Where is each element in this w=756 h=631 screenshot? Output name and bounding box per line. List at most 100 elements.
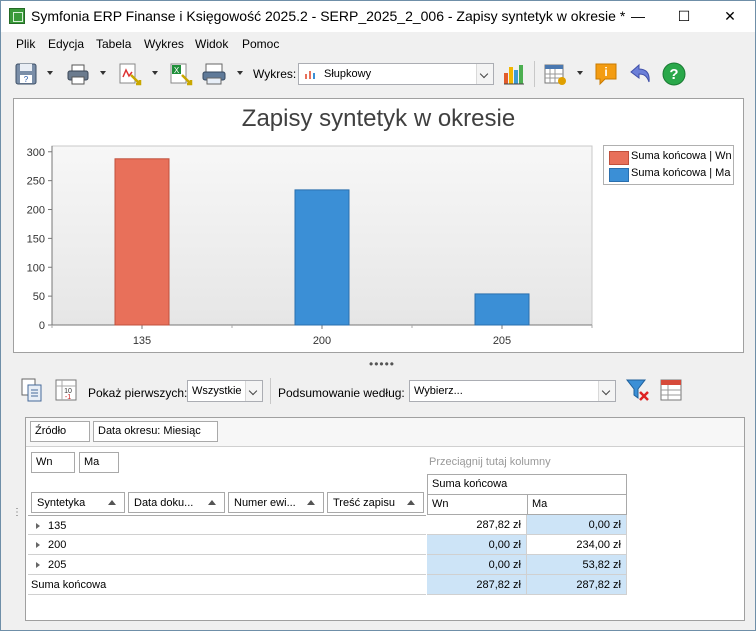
grid-grip-icon[interactable]: ⋮ — [12, 508, 22, 518]
summary-select[interactable]: Wybierz... — [409, 380, 616, 402]
chart-type-value: Słupkowy — [324, 68, 372, 80]
help-icon[interactable]: ? — [661, 61, 687, 87]
export-pdf-dropdown-icon[interactable] — [152, 71, 158, 75]
sort-up-icon — [208, 500, 216, 505]
data-subheader-wn[interactable]: Wn — [427, 494, 528, 515]
cell-total-wn[interactable]: 287,82 zł — [427, 575, 527, 595]
save-dropdown-icon[interactable] — [47, 71, 53, 75]
x-tick-label: 205 — [493, 335, 511, 347]
field-list-icon[interactable] — [658, 377, 684, 403]
copy-icon[interactable] — [19, 377, 45, 403]
column-header-syntetyka[interactable]: Syntetyka — [31, 492, 125, 513]
print-preview-dropdown-icon[interactable] — [237, 71, 243, 75]
total-row[interactable]: Suma końcowa — [28, 575, 426, 595]
layout-settings-dropdown-icon[interactable] — [577, 71, 583, 75]
legend-swatch-ma — [609, 168, 629, 182]
data-subheader-ma[interactable]: Ma — [527, 494, 627, 515]
filter-area: Źródło Data okresu: Miesiąc — [26, 418, 744, 447]
menu-bar: Plik Edycja Tabela Wykres Widok Pomoc — [1, 32, 755, 54]
y-tick-label: 50 — [33, 291, 45, 303]
legend-item-wn[interactable]: Suma końcowa | Wn — [609, 149, 733, 165]
print-icon[interactable] — [65, 61, 91, 87]
svg-text:?: ? — [669, 66, 678, 83]
menu-plik[interactable]: Plik — [16, 37, 35, 51]
bar-chart: 0 50 100 150 200 250 300 135 200 205 — [27, 145, 593, 347]
data-header-suma-koncowa[interactable]: Suma końcowa — [427, 474, 627, 495]
maximize-button[interactable]: ☐ — [661, 1, 707, 31]
calculator-table-icon[interactable]: 10 -1 — [53, 377, 79, 403]
menu-pomoc[interactable]: Pomoc — [242, 37, 279, 51]
cell-total-ma[interactable]: 287,82 zł — [527, 575, 627, 595]
x-tick-label: 200 — [313, 335, 331, 347]
show-first-value: Wszystkie — [192, 385, 242, 397]
svg-text:-1: -1 — [65, 394, 71, 401]
cell-wn[interactable]: 0,00 zł — [427, 555, 527, 575]
column-header-data-dokumentu[interactable]: Data doku... — [128, 492, 225, 513]
sort-up-icon — [407, 500, 415, 505]
x-tick-label: 135 — [133, 335, 151, 347]
table-row[interactable]: 200 — [28, 535, 426, 555]
window-title: Symfonia ERP Finanse i Księgowość 2025.2… — [31, 8, 626, 24]
expand-icon[interactable] — [36, 523, 40, 529]
summary-label: Podsumowanie według: — [278, 386, 405, 400]
y-tick-label: 250 — [27, 176, 45, 188]
close-button[interactable]: ✕ — [707, 1, 753, 31]
chart-colors-icon[interactable] — [501, 61, 527, 87]
data-chip-wn[interactable]: Wn — [31, 452, 75, 473]
clear-filter-icon[interactable] — [625, 377, 651, 403]
table-row[interactable]: 205 — [28, 555, 426, 575]
legend-label-ma: Suma końcowa | Ma — [631, 167, 731, 179]
table-row[interactable]: 135 — [28, 515, 426, 535]
show-first-select[interactable]: Wszystkie — [187, 380, 263, 402]
legend-item-ma[interactable]: Suma końcowa | Ma — [609, 166, 733, 182]
cell-ma[interactable]: 53,82 zł — [527, 555, 627, 575]
export-excel-icon[interactable]: X — [168, 61, 194, 87]
export-pdf-icon[interactable] — [117, 61, 143, 87]
chart-type-select[interactable]: Słupkowy — [298, 63, 494, 85]
menu-widok[interactable]: Widok — [195, 37, 228, 51]
show-first-label: Pokaż pierwszych: — [88, 386, 188, 400]
toolbar-separator — [534, 61, 535, 87]
chevron-down-icon[interactable] — [476, 64, 493, 84]
menu-tabela[interactable]: Tabela — [96, 37, 131, 51]
app-icon — [9, 8, 25, 24]
data-chip-ma[interactable]: Ma — [79, 452, 119, 473]
y-tick-label: 150 — [27, 233, 45, 245]
y-tick-label: 0 — [39, 320, 45, 332]
sort-up-icon — [108, 500, 116, 505]
chevron-down-icon[interactable] — [245, 381, 262, 401]
toolbar-separator — [270, 378, 271, 404]
summary-value: Wybierz... — [414, 385, 463, 397]
minimize-button[interactable]: — — [615, 1, 661, 31]
expand-icon[interactable] — [36, 562, 40, 568]
svg-text:X: X — [174, 66, 180, 75]
menu-edycja[interactable]: Edycja — [48, 37, 84, 51]
bar-200-series-1 — [294, 189, 350, 326]
cell-ma[interactable]: 0,00 zł — [527, 515, 627, 535]
panel-splitter[interactable]: ••••• — [369, 357, 395, 371]
legend-swatch-wn — [609, 151, 629, 165]
legend-label-wn: Suma końcowa | Wn — [631, 150, 732, 162]
undo-icon[interactable] — [627, 61, 653, 87]
filter-chip-data-okresu[interactable]: Data okresu: Miesiąc — [93, 421, 218, 442]
title-bar: Symfonia ERP Finanse i Księgowość 2025.2… — [1, 1, 755, 32]
cell-wn[interactable]: 0,00 zł — [427, 535, 527, 555]
print-preview-icon[interactable] — [201, 61, 227, 87]
svg-text:?: ? — [24, 75, 29, 84]
save-icon[interactable]: ? — [14, 61, 40, 87]
layout-settings-icon[interactable] — [542, 61, 568, 87]
cell-wn[interactable]: 287,82 zł — [427, 515, 527, 535]
column-header-tresc-zapisu[interactable]: Treść zapisu — [327, 492, 424, 513]
menu-wykres[interactable]: Wykres — [144, 37, 184, 51]
chevron-down-icon[interactable] — [598, 381, 615, 401]
cell-ma[interactable]: 234,00 zł — [527, 535, 627, 555]
column-header-numer-ewidencyjny[interactable]: Numer ewi... — [228, 492, 324, 513]
pivot-toolbar: 10 -1 Pokaż pierwszych: Wszystkie Podsumo… — [1, 375, 755, 409]
print-dropdown-icon[interactable] — [100, 71, 106, 75]
filter-chip-zrodlo[interactable]: Źródło — [30, 421, 90, 442]
column-drop-hint: Przeciągnij tutaj kolumny — [429, 456, 551, 468]
y-tick-label: 100 — [27, 262, 45, 274]
sort-up-icon — [307, 500, 315, 505]
expand-icon[interactable] — [36, 542, 40, 548]
info-icon[interactable]: i — [593, 61, 619, 87]
